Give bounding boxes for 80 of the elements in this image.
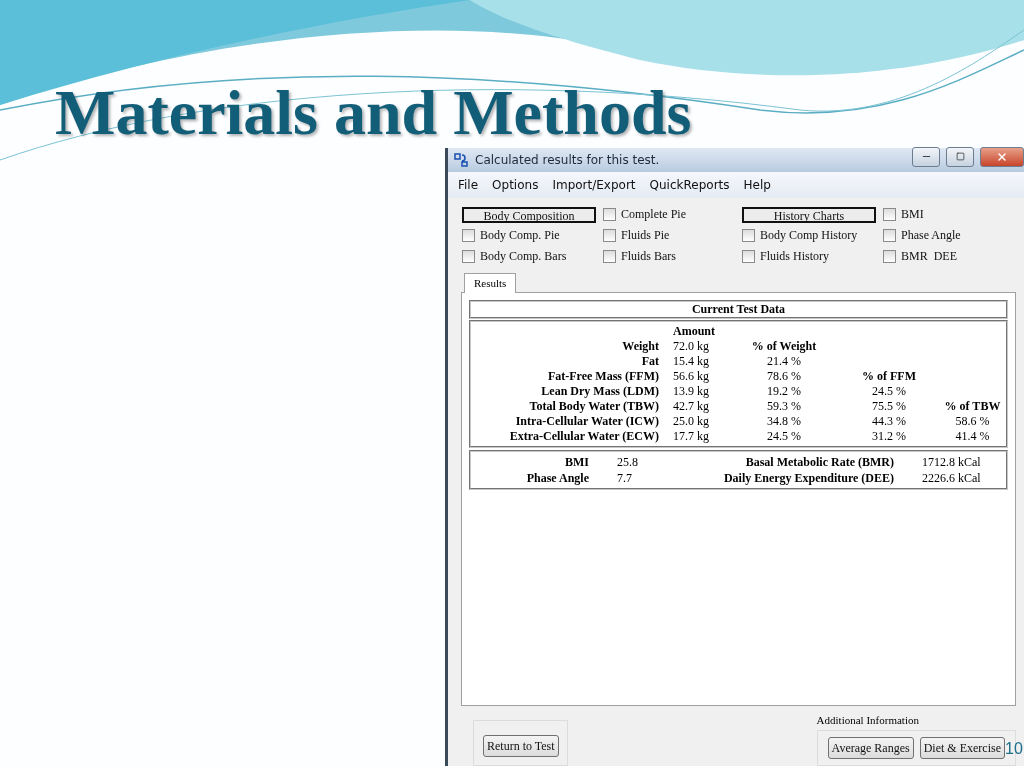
row-label: Extra-Cellular Water (ECW) <box>508 428 659 444</box>
table-cell-text: 21.4 % <box>766 353 802 369</box>
column-header: % of Weight <box>750 338 818 354</box>
menu-item[interactable]: Options <box>492 177 539 192</box>
row-label: Daily Energy Expenditure (DEE) <box>722 469 894 486</box>
table-cell-text: 75.5 % <box>871 398 907 414</box>
menu-item[interactable]: QuickReports <box>649 177 730 192</box>
close-button[interactable] <box>980 146 1024 167</box>
return-button[interactable]: Return to Test <box>483 735 559 757</box>
maximize-button[interactable] <box>946 146 974 167</box>
checkbox-label: Body Comp History <box>760 228 858 244</box>
table-cell-text: 42.7 kg <box>672 398 710 414</box>
checkbox[interactable] <box>462 229 475 243</box>
table-cell-text: 15.4 kg <box>672 353 710 369</box>
table-cell-text: 25.0 kg <box>672 413 710 429</box>
table-cell-text: 34.8 % <box>766 413 802 429</box>
row-label: Weight <box>621 338 659 354</box>
table-cell-text: 1712.8 kCal <box>921 453 982 470</box>
checkbox[interactable] <box>883 229 896 243</box>
slide-title: Materials and Methods <box>55 78 692 148</box>
table-cell-text: 19.2 % <box>766 383 802 399</box>
table-cell-text: 78.6 % <box>766 368 802 384</box>
checkbox-label: BMR DEE <box>901 249 957 265</box>
checkbox-label: Fluids Pie <box>621 228 670 244</box>
table-cell-text: 7.7 <box>616 469 633 486</box>
table-cell-text: 56.6 kg <box>672 368 710 384</box>
table-title: Current Test Data <box>469 299 1008 319</box>
checkbox-label: Body Comp. Bars <box>480 249 567 265</box>
checkbox[interactable] <box>742 229 755 243</box>
table-cell-text: 31.2 % <box>871 428 907 444</box>
table-cell-text: 17.7 kg <box>672 428 710 444</box>
row-label: BMI <box>564 453 589 470</box>
table-cell-text: 41.4 % <box>954 428 991 444</box>
row-label: Lean Dry Mass (LDM) <box>540 383 659 399</box>
checkbox-label: BMI <box>901 207 924 223</box>
maximize-icon <box>955 152 965 162</box>
checkbox[interactable] <box>603 229 616 243</box>
row-label: Phase Angle <box>525 469 589 486</box>
checkbox-label: Phase Angle <box>901 228 961 244</box>
checkbox[interactable] <box>742 250 755 264</box>
checkbox-label: Fluids Bars <box>621 249 676 265</box>
group-label: Additional Information <box>816 714 920 726</box>
menu-item[interactable]: Import/Export <box>552 177 636 192</box>
chart-button[interactable]: Body Composition <box>462 206 596 223</box>
checkbox[interactable] <box>883 208 896 222</box>
table-cell-text: 72.0 kg <box>672 338 710 354</box>
column-header: % of FFM <box>861 368 917 384</box>
row-label: Basal Metabolic Rate (BMR) <box>744 453 894 470</box>
page-number: 10 <box>1005 740 1023 758</box>
checkbox[interactable] <box>603 208 616 222</box>
table-cell-text: 44.3 % <box>871 413 907 429</box>
minimize-button[interactable] <box>912 146 940 167</box>
menu-item[interactable]: File <box>458 177 479 192</box>
app-icon <box>453 151 469 168</box>
checkbox[interactable] <box>603 250 616 264</box>
checkbox-label: Body Comp. Pie <box>480 228 560 244</box>
row-label: Intra-Cellular Water (ICW) <box>514 413 659 429</box>
table-cell-text: 25.8 <box>616 453 639 470</box>
checkbox-label: Complete Pie <box>621 207 686 223</box>
close-icon <box>996 150 1008 163</box>
table-cell-text: 58.6 % <box>954 413 991 429</box>
table-cell-text: 2226.6 kCal <box>921 469 982 486</box>
info-button[interactable]: Average Ranges <box>827 737 914 759</box>
table-cell-text: 13.9 kg <box>672 383 710 399</box>
row-label: Total Body Water (TBW) <box>528 398 659 414</box>
table-cell-text: 24.5 % <box>766 428 802 444</box>
chart-button[interactable]: History Charts <box>742 206 876 223</box>
table-cell-text: 24.5 % <box>871 383 907 399</box>
row-label: Fat <box>640 353 659 369</box>
window-title: Calculated results for this test. <box>475 152 661 167</box>
checkbox[interactable] <box>883 250 896 264</box>
info-button[interactable]: Diet & Exercise <box>919 737 1005 759</box>
checkbox-label: Fluids History <box>760 249 829 265</box>
column-header: % of TBW <box>943 398 1002 414</box>
tab[interactable]: Results <box>464 272 517 293</box>
row-label: Fat-Free Mass (FFM) <box>546 368 659 384</box>
table-cell-text: 59.3 % <box>766 398 802 414</box>
column-header: Amount <box>672 323 716 339</box>
menu-item[interactable]: Help <box>743 177 771 192</box>
checkbox[interactable] <box>462 250 475 264</box>
